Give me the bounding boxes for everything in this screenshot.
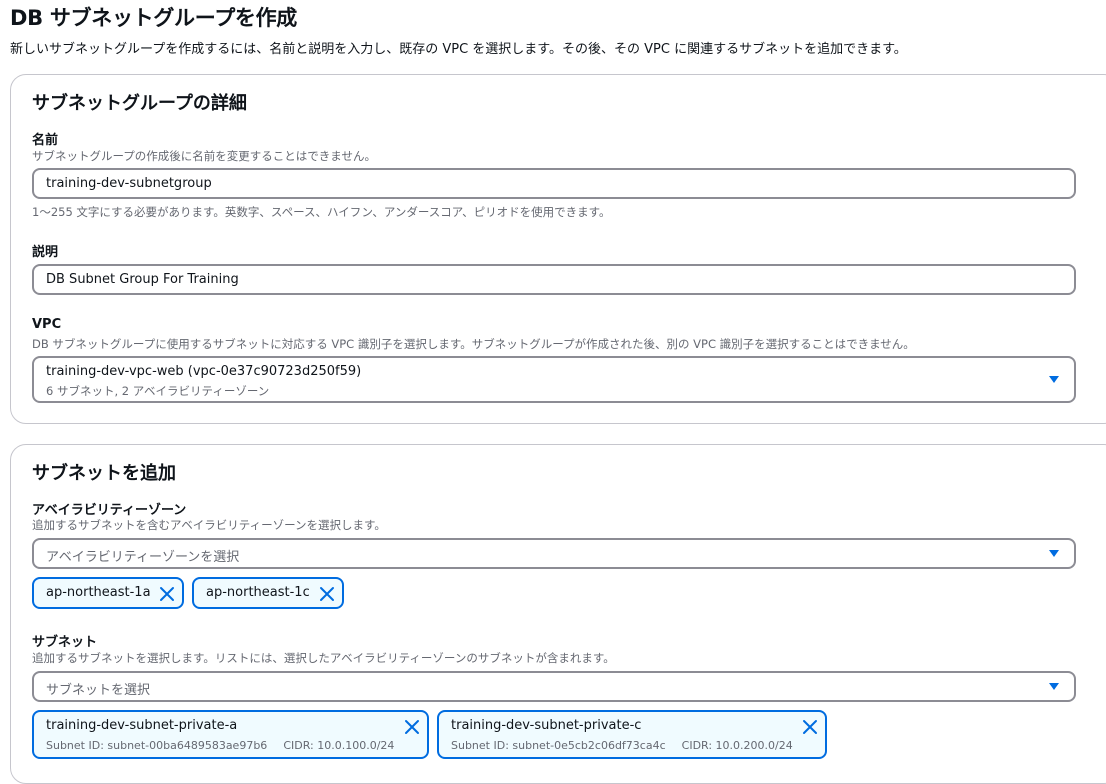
name-input[interactable] (32, 168, 1076, 199)
subnet-cidr-text: CIDR: 10.0.100.0/24 (283, 739, 395, 752)
subnet-select[interactable]: サブネットを選択 (32, 671, 1076, 702)
name-constraint-text: 1～255 文字にする必要があります。英数字、スペース、ハイフン、アンダースコア… (32, 205, 611, 219)
close-icon[interactable] (403, 718, 421, 736)
description-label: 説明 (32, 245, 59, 260)
subnet-select-placeholder: サブネットを選択 (46, 683, 151, 698)
az-token: ap-northeast-1c (192, 577, 344, 609)
subnet-id-text: Subnet ID: subnet-00ba6489583ae97b6 (46, 739, 268, 752)
subnet-token-meta: Subnet ID: subnet-00ba6489583ae97b6 CIDR:… (46, 739, 394, 752)
vpc-select[interactable]: training-dev-vpc-web (vpc-0e37c90723d250… (32, 356, 1076, 403)
az-select-placeholder: アベイラビリティーゾーンを選択 (46, 550, 240, 565)
vpc-help: DB サブネットグループに使用するサブネットに対応する VPC 識別子を選択しま… (32, 337, 915, 351)
close-icon[interactable] (158, 585, 176, 603)
details-panel-title: サブネットグループの詳細 (32, 93, 247, 114)
subnet-token: training-dev-subnet-private-a Subnet ID:… (32, 710, 429, 759)
az-token-label: ap-northeast-1c (206, 585, 310, 600)
description-input[interactable] (32, 264, 1076, 295)
az-label: アベイラビリティーゾーン (32, 503, 187, 518)
caret-down-icon (1049, 550, 1059, 557)
az-select[interactable]: アベイラビリティーゾーンを選択 (32, 538, 1076, 569)
caret-down-icon (1049, 683, 1059, 690)
subnet-cidr-text: CIDR: 10.0.200.0/24 (681, 739, 793, 752)
add-subnets-panel-title: サブネットを追加 (32, 463, 176, 484)
subnet-id-text: Subnet ID: subnet-0e5cb2c06df73ca4c (451, 739, 666, 752)
caret-down-icon (1049, 376, 1059, 383)
close-icon[interactable] (318, 585, 336, 603)
subnet-token-meta: Subnet ID: subnet-0e5cb2c06df73ca4c CIDR:… (451, 739, 793, 752)
vpc-label: VPC (32, 317, 62, 332)
name-label: 名前 (32, 133, 59, 148)
subnet-label: サブネット (32, 635, 98, 650)
az-token: ap-northeast-1a (32, 577, 184, 609)
az-help: 追加するサブネットを含むアベイラビリティーゾーンを選択します。 (32, 518, 386, 532)
subnet-help: 追加するサブネットを選択します。リストには、選択したアベイラビリティーゾーンのサ… (32, 651, 615, 665)
subnet-group-details-panel: サブネットグループの詳細 名前 サブネットグループの作成後に名前を変更することは… (10, 74, 1106, 424)
vpc-selected-value: training-dev-vpc-web (vpc-0e37c90723d250… (46, 364, 362, 379)
subnet-token-label: training-dev-subnet-private-a (46, 718, 238, 733)
subnet-token-label: training-dev-subnet-private-c (451, 718, 642, 733)
name-help: サブネットグループの作成後に名前を変更することはできません。 (32, 149, 376, 163)
page-title: DB サブネットグループを作成 (10, 6, 297, 30)
az-token-label: ap-northeast-1a (46, 585, 151, 600)
subnet-token: training-dev-subnet-private-c Subnet ID:… (437, 710, 827, 759)
close-icon[interactable] (801, 718, 819, 736)
page-description: 新しいサブネットグループを作成するには、名前と説明を入力し、既存の VPC を選… (10, 42, 907, 57)
add-subnets-panel: サブネットを追加 アベイラビリティーゾーン 追加するサブネットを含むアベイラビリ… (10, 444, 1106, 784)
vpc-selected-detail: 6 サブネット, 2 アベイラビリティーゾーン (46, 384, 270, 398)
